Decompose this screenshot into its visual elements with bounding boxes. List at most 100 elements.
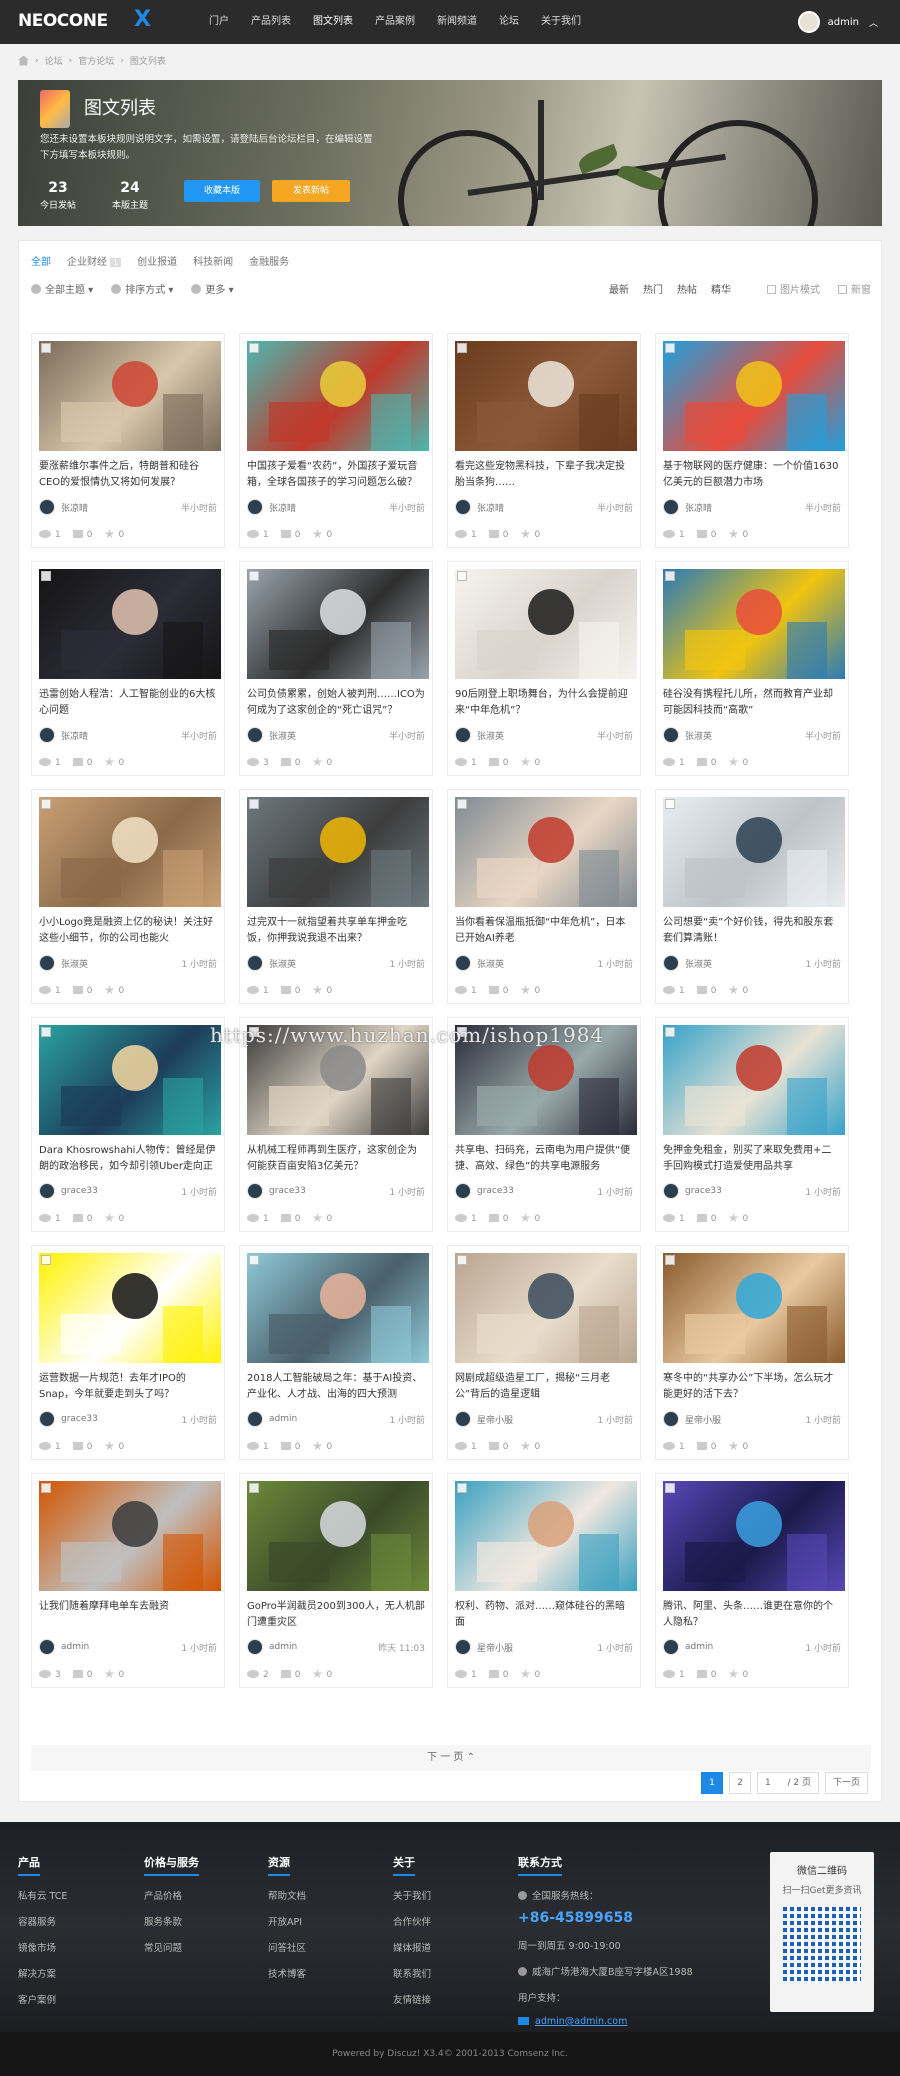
select-checkbox[interactable] xyxy=(665,799,675,809)
select-checkbox[interactable] xyxy=(665,1483,675,1493)
footer-link[interactable]: 开放API xyxy=(268,1914,306,1928)
nav-item-image-list[interactable]: 图文列表 xyxy=(302,0,364,44)
post-thumbnail[interactable] xyxy=(455,1253,637,1363)
post-thumbnail[interactable] xyxy=(663,341,845,451)
post-title[interactable]: 腾讯、阿里、头条……谁更在意你的个人隐私？ xyxy=(663,1599,841,1631)
select-checkbox[interactable] xyxy=(457,571,467,581)
post-card[interactable]: 免押金免租金，别买了来取免费用+二手回购模式打造爱使用品共享 grace33 1 小… xyxy=(655,1017,849,1232)
post-title[interactable]: Dara Khosrowshahi人物传：曾经是伊朗的政治移民，如今却引领Ube… xyxy=(39,1143,217,1175)
nav-item-cases[interactable]: 产品案例 xyxy=(364,0,426,44)
post-title[interactable]: 共享电、扫码充，云南电为用户提供“便捷、高效、绿色”的共享电源服务 xyxy=(455,1143,633,1175)
post-thumbnail[interactable] xyxy=(247,797,429,907)
post-title[interactable]: 中国孩子爱看“农药”，外国孩子爱玩音箱，全球各国孩子的学习问题怎么破？ xyxy=(247,459,425,491)
home-icon[interactable] xyxy=(18,55,29,66)
post-author[interactable]: grace33 xyxy=(477,1186,514,1196)
post-card[interactable]: 公司想要“卖”个好价钱，得先和股东套套们算清账！ 张淑英 1 小时前 1 0 0 xyxy=(655,789,849,1004)
post-author[interactable]: grace33 xyxy=(269,1186,306,1196)
nav-item-about[interactable]: 关于我们 xyxy=(530,0,592,44)
post-thumbnail[interactable] xyxy=(247,341,429,451)
post-thumbnail[interactable] xyxy=(663,1025,845,1135)
post-card[interactable]: 让我们随着摩拜电单车去融资 admin 1 小时前 3 0 0 xyxy=(31,1473,225,1688)
footer-link[interactable]: 帮助文档 xyxy=(268,1888,306,1902)
post-author[interactable]: 张淑英 xyxy=(269,957,296,970)
post-card[interactable]: 小小Logo竟是融资上亿的秘诀！关注好这些小细节，你的公司也能火 张淑英 1 小时前… xyxy=(31,789,225,1004)
post-thumbnail[interactable] xyxy=(247,1253,429,1363)
post-title[interactable]: 权利、药物、派对……窥体硅谷的黑暗面 xyxy=(455,1599,633,1631)
post-thumbnail[interactable] xyxy=(663,569,845,679)
sort-hot[interactable]: 热门 xyxy=(643,281,663,296)
post-card[interactable]: 基于物联网的医疗健康：一个价值1630亿美元的巨额潜力市场 张凉晴 半小时前 1 0 0 xyxy=(655,333,849,548)
post-title[interactable]: 90后刚登上职场舞台，为什么会提前迎来“中年危机”？ xyxy=(455,687,633,719)
select-checkbox[interactable] xyxy=(457,1255,467,1265)
post-title[interactable]: 当你看着保温瓶抵御“中年危机”，日本已开始AI养老 xyxy=(455,915,633,947)
post-thumbnail[interactable] xyxy=(39,1481,221,1591)
all-topics-filter[interactable]: 全部主题 ▾ xyxy=(31,281,93,296)
post-author[interactable]: admin xyxy=(269,1642,297,1652)
select-checkbox[interactable] xyxy=(41,1483,51,1493)
new-window-checkbox[interactable]: 新窗 xyxy=(838,281,871,296)
post-card[interactable]: GoPro半润裁员200到300人，无人机部门遭重灾区 admin 昨天 11:03… xyxy=(239,1473,433,1688)
post-title[interactable]: 2018人工智能破局之年：基于AI投资、产业化、人才战、出海的四大预测 xyxy=(247,1371,425,1403)
next-page-button[interactable]: 下一页 xyxy=(824,1772,868,1794)
select-checkbox[interactable] xyxy=(41,343,51,353)
select-checkbox[interactable] xyxy=(249,799,259,809)
post-author[interactable]: admin xyxy=(269,1414,297,1424)
footer-link[interactable]: 合作伙伴 xyxy=(393,1914,431,1928)
post-thumbnail[interactable] xyxy=(39,1025,221,1135)
post-card[interactable]: 要涨薪维尔事件之后，特朗普和硅谷CEO的爱恨情仇又将如何发展？ 张凉晴 半小时前 1 0… xyxy=(31,333,225,548)
tab-tech-news[interactable]: 科技新闻 xyxy=(193,253,233,268)
post-author[interactable]: 张凉晴 xyxy=(269,501,296,514)
post-card[interactable]: 迅雷创始人程浩：人工智能创业的6大核心问题 张凉晴 半小时前 1 0 0 xyxy=(31,561,225,776)
select-checkbox[interactable] xyxy=(665,1255,675,1265)
sort-dropdown[interactable]: 排序方式 ▾ xyxy=(111,281,173,296)
footer-link[interactable]: 容器服务 xyxy=(18,1914,67,1928)
post-card[interactable]: 过完双十一就指望着共享单车押金吃饭，你押我说我退不出来？ 张淑英 1 小时前 1 0 0 xyxy=(239,789,433,1004)
select-checkbox[interactable] xyxy=(665,343,675,353)
nav-item-news[interactable]: 新闻频道 xyxy=(426,0,488,44)
post-card[interactable]: Dara Khosrowshahi人物传：曾经是伊朗的政治移民，如今却引领Ube… xyxy=(31,1017,225,1232)
post-card[interactable]: 90后刚登上职场舞台，为什么会提前迎来“中年危机”？ 张淑英 半小时前 1 0 0 xyxy=(447,561,641,776)
post-thumbnail[interactable] xyxy=(663,797,845,907)
post-thumbnail[interactable] xyxy=(455,341,637,451)
post-card[interactable]: 2018人工智能破局之年：基于AI投资、产业化、人才战、出海的四大预测 admin… xyxy=(239,1245,433,1460)
post-thumbnail[interactable] xyxy=(247,1481,429,1591)
post-author[interactable]: 星帝小服 xyxy=(477,1641,513,1654)
post-thumbnail[interactable] xyxy=(39,1253,221,1363)
sort-hot-posts[interactable]: 热帖 xyxy=(677,281,697,296)
image-mode-checkbox[interactable]: 图片模式 xyxy=(767,281,820,296)
post-card[interactable]: 公司负债累累，创始人被判刑……ICO为何成为了这家创企的“死亡诅咒”？ 张淑英 半小… xyxy=(239,561,433,776)
select-checkbox[interactable] xyxy=(41,1255,51,1265)
nav-item-products[interactable]: 产品列表 xyxy=(240,0,302,44)
post-author[interactable]: grace33 xyxy=(685,1186,722,1196)
post-card[interactable]: 硅谷没有携程托儿所，然而教育产业却可能因科技而“高歌” 张淑英 半小时前 1 0 0 xyxy=(655,561,849,776)
footer-link[interactable]: 问答社区 xyxy=(268,1940,306,1954)
post-author[interactable]: 张淑英 xyxy=(685,957,712,970)
post-title[interactable]: 看完这些宠物黑科技，下辈子我决定投胎当条狗…… xyxy=(455,459,633,491)
post-author[interactable]: 张淑英 xyxy=(685,729,712,742)
post-author[interactable]: 星帝小服 xyxy=(685,1413,721,1426)
footer-link[interactable]: 客户案例 xyxy=(18,1992,67,2006)
site-logo[interactable]: NEOCONE X xyxy=(18,7,151,32)
post-author[interactable]: 张凉晴 xyxy=(61,729,88,742)
post-thumbnail[interactable] xyxy=(663,1481,845,1591)
select-checkbox[interactable] xyxy=(41,799,51,809)
footer-link[interactable]: 关于我们 xyxy=(393,1888,431,1902)
footer-link[interactable]: 联系我们 xyxy=(393,1966,431,1980)
select-checkbox[interactable] xyxy=(249,1255,259,1265)
favorite-forum-button[interactable]: 收藏本版 xyxy=(184,180,260,202)
footer-link[interactable]: 技术博客 xyxy=(268,1966,306,1980)
load-more-button[interactable]: 下 一 页 ⌃ xyxy=(31,1745,871,1771)
nav-item-portal[interactable]: 门户 xyxy=(198,0,240,44)
page-1-button[interactable]: 1 xyxy=(700,1772,723,1794)
post-title[interactable]: 要涨薪维尔事件之后，特朗普和硅谷CEO的爱恨情仇又将如何发展？ xyxy=(39,459,217,491)
post-card[interactable]: 中国孩子爱看“农药”，外国孩子爱玩音箱，全球各国孩子的学习问题怎么破？ 张凉晴 半小… xyxy=(239,333,433,548)
post-author[interactable]: admin xyxy=(61,1642,89,1652)
post-thumbnail[interactable] xyxy=(663,1253,845,1363)
post-card[interactable]: 共享电、扫码充，云南电为用户提供“便捷、高效、绿色”的共享电源服务 grace33… xyxy=(447,1017,641,1232)
select-checkbox[interactable] xyxy=(41,1027,51,1037)
footer-link[interactable]: 常见问题 xyxy=(144,1940,199,1954)
post-card[interactable]: 运营数据一片规范！去年才IPO的Snap，今年就要走到头了吗？ grace33 1 … xyxy=(31,1245,225,1460)
post-thumbnail[interactable] xyxy=(39,569,221,679)
select-checkbox[interactable] xyxy=(249,1027,259,1037)
user-menu[interactable]: admin ︿ xyxy=(797,10,878,34)
